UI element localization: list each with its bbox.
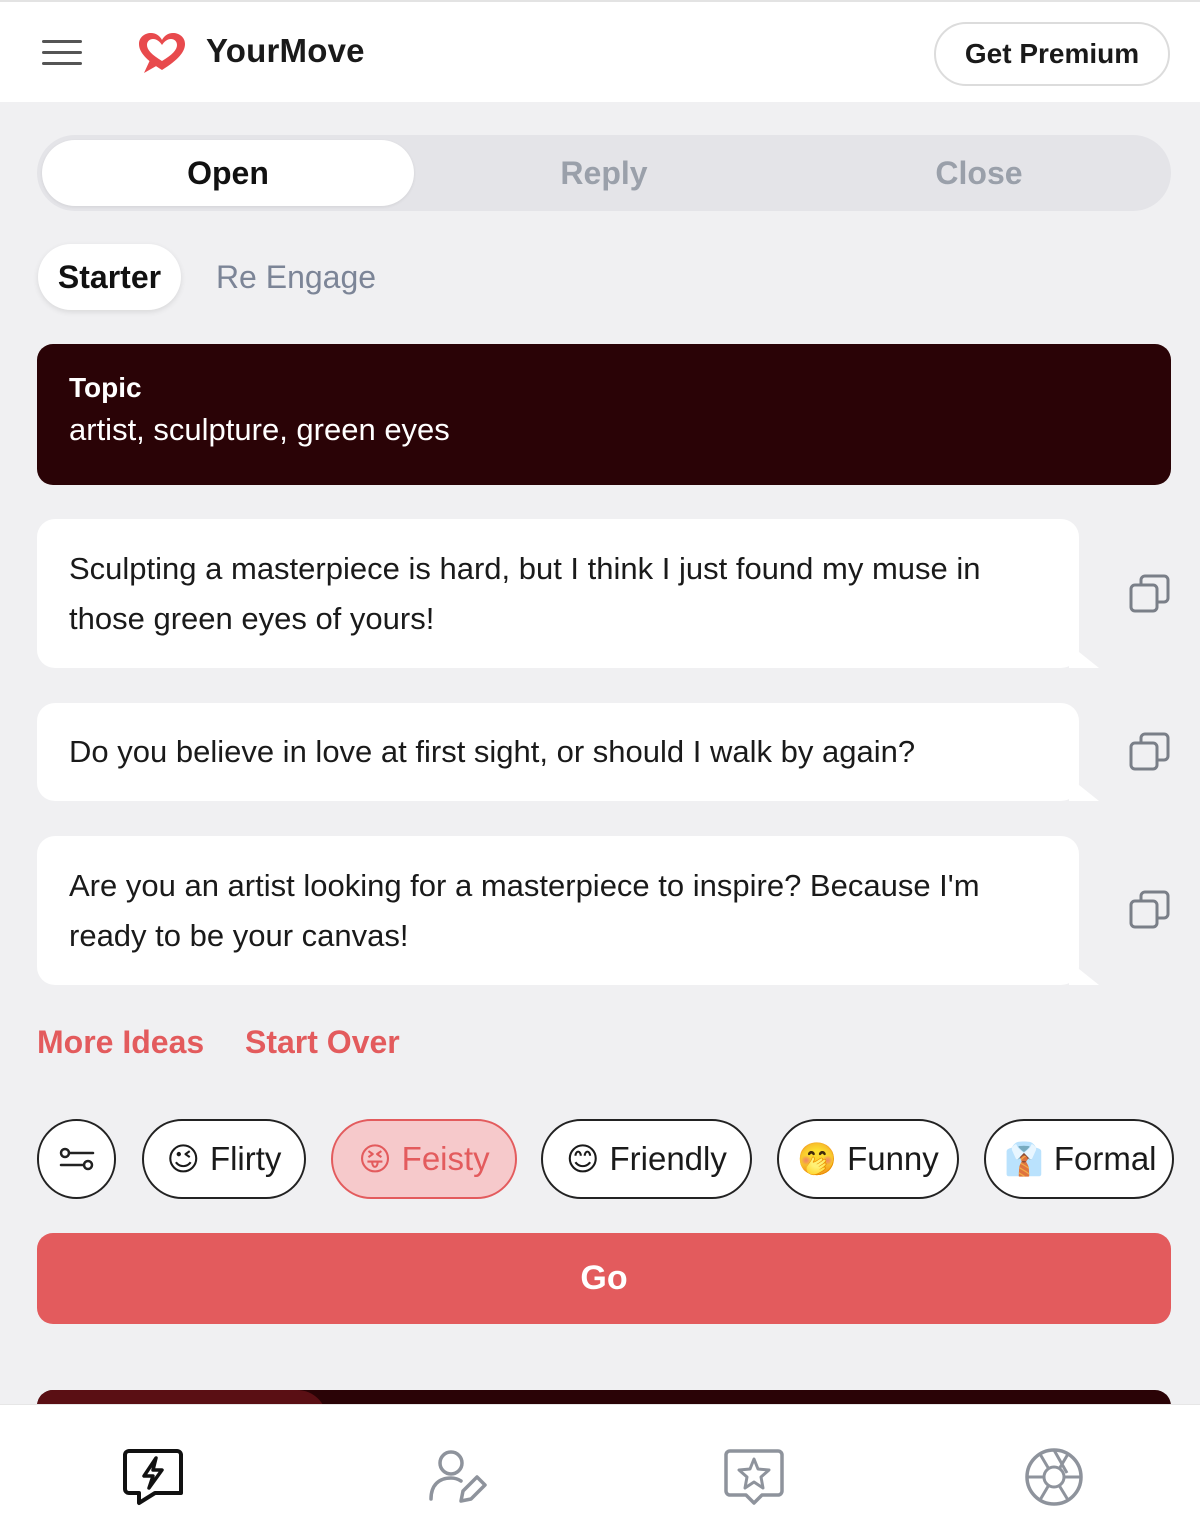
tone-label: Funny	[847, 1140, 939, 1177]
get-premium-button[interactable]: Get Premium	[934, 22, 1170, 86]
camera-aperture-icon[interactable]	[1022, 1445, 1086, 1509]
topic-value: artist, sculpture, green eyes	[69, 412, 450, 447]
suggestion-text: Sculpting a masterpiece is hard, but I t…	[69, 550, 981, 636]
subtab-re-engage[interactable]: Re Engage	[198, 244, 394, 310]
copy-icon[interactable]	[1128, 730, 1172, 774]
tab-open[interactable]: Open	[42, 140, 414, 206]
copy-icon[interactable]	[1128, 572, 1172, 616]
smile-emoji-icon: 😊	[566, 1140, 600, 1178]
tone-chip-friendly[interactable]: 😊 Friendly	[541, 1119, 752, 1199]
brand-name: YourMove	[206, 32, 365, 69]
topic-label: Topic	[69, 372, 142, 403]
lightning-chat-icon[interactable]	[121, 1445, 185, 1509]
tab-reply[interactable]: Reply	[418, 140, 790, 206]
topic-card[interactable]: Topic artist, sculpture, green eyes	[37, 344, 1171, 485]
giggle-emoji-icon: 🤭	[797, 1140, 838, 1178]
tone-chip-funny[interactable]: 🤭 Funny	[777, 1119, 959, 1199]
bottom-nav	[0, 1404, 1200, 1536]
app-header: YourMove Get Premium	[0, 0, 1200, 102]
more-ideas-link[interactable]: More Ideas	[37, 1024, 204, 1061]
tone-label: Friendly	[609, 1140, 727, 1177]
subtab-starter[interactable]: Starter	[38, 244, 181, 310]
heart-chat-logo-icon	[139, 33, 185, 73]
go-button[interactable]: Go	[37, 1233, 1171, 1324]
suggestion-bubble[interactable]: Do you believe in love at first sight, o…	[37, 703, 1099, 801]
necktie-emoji-icon: 👔	[1004, 1140, 1044, 1178]
wink-emoji-icon: 😉	[166, 1140, 200, 1178]
profile-edit-icon[interactable]	[425, 1445, 489, 1509]
suggestion-bubble[interactable]: Sculpting a masterpiece is hard, but I t…	[37, 519, 1099, 668]
suggestion-bubble[interactable]: Are you an artist looking for a masterpi…	[37, 836, 1099, 985]
tone-chip-flirty[interactable]: 😉 Flirty	[142, 1119, 306, 1199]
copy-icon[interactable]	[1128, 888, 1172, 932]
suggestion-text: Are you an artist looking for a masterpi…	[69, 867, 980, 953]
tone-label: Flirty	[209, 1140, 282, 1177]
mode-tab-bar: Open Reply Close	[37, 135, 1171, 211]
tone-chip-formal[interactable]: 👔 Formal	[984, 1119, 1174, 1199]
tongue-out-emoji-icon: 😝	[358, 1140, 392, 1178]
menu-icon[interactable]	[42, 40, 82, 68]
tone-label: Feisty	[401, 1140, 490, 1177]
tone-settings-button[interactable]	[37, 1119, 116, 1199]
tone-chip-feisty[interactable]: 😝 Feisty	[331, 1119, 517, 1199]
sliders-icon	[59, 1147, 94, 1171]
tone-label: Formal	[1053, 1140, 1157, 1177]
star-badge-icon[interactable]	[722, 1445, 786, 1509]
start-over-link[interactable]: Start Over	[245, 1024, 400, 1061]
tab-close[interactable]: Close	[793, 140, 1165, 206]
suggestion-text: Do you believe in love at first sight, o…	[69, 734, 916, 769]
